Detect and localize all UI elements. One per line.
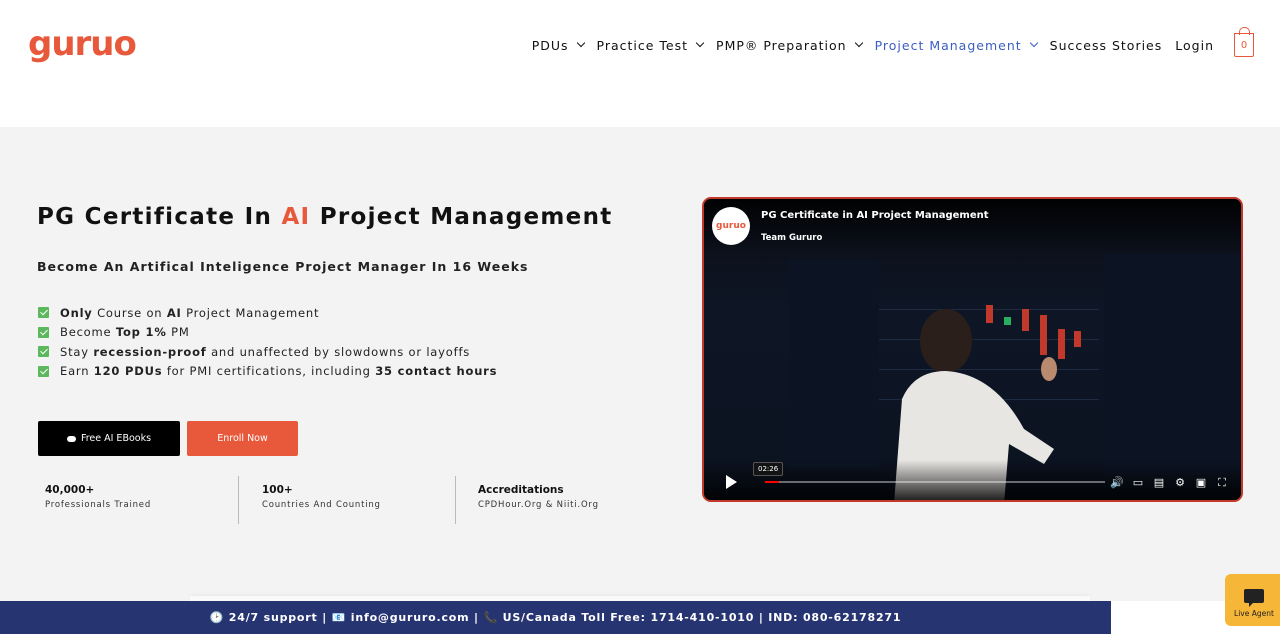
page-subtitle: Become An Artifical Inteligence Project … xyxy=(37,259,529,274)
feature-list: Only Course on AI Project Management Beco… xyxy=(38,303,497,381)
nav-item-practice-test[interactable]: Practice Test xyxy=(597,38,705,53)
free-ebooks-button[interactable]: Free AI EBooks xyxy=(38,421,180,456)
stat-accreditations: Accreditations CPDHour.Org & Niiti.Org xyxy=(478,484,599,510)
volume-icon[interactable]: 🔊 xyxy=(1110,476,1124,490)
video-progress-fill xyxy=(765,481,779,483)
play-icon[interactable] xyxy=(726,475,737,489)
video-progress-bar[interactable] xyxy=(765,481,1105,483)
feature-item: Become Top 1% PM xyxy=(38,323,497,343)
logo[interactable]: guruo xyxy=(28,20,137,68)
captions-icon[interactable]: ▭ xyxy=(1131,476,1145,490)
cart-count: 0 xyxy=(1240,39,1248,51)
checkbox-icon xyxy=(38,346,49,358)
video-player[interactable]: guruo PG Certificate in AI Project Manag… xyxy=(702,197,1243,502)
feature-item: Earn 120 PDUs for PMI certifications, in… xyxy=(38,362,497,382)
checkbox-icon xyxy=(38,326,49,338)
fullscreen-icon[interactable]: ⛶ xyxy=(1215,476,1229,490)
video-time: 02:26 xyxy=(753,462,784,476)
page-title: PG Certificate In AI Project Management xyxy=(37,204,613,230)
channel-avatar[interactable]: guruo xyxy=(712,207,750,245)
site-header: guruo PDUs Practice Test PMP® Preparation P… xyxy=(0,0,1280,127)
feature-item: Only Course on AI Project Management xyxy=(38,303,497,323)
chevron-down-icon xyxy=(576,38,585,48)
miniplayer-icon[interactable]: ▣ xyxy=(1194,476,1208,490)
main-nav: PDUs Practice Test PMP® Preparation Project… xyxy=(519,36,1214,54)
nav-item-success-stories[interactable]: Success Stories xyxy=(1050,38,1163,53)
nav-item-pdus[interactable]: PDUs xyxy=(532,38,585,53)
title-ai-highlight: AI xyxy=(281,204,311,230)
cloud-download-icon xyxy=(66,435,76,442)
logo-text: guruo xyxy=(28,24,137,64)
chat-icon xyxy=(1244,589,1264,607)
transcript-icon[interactable]: ▤ xyxy=(1152,476,1166,490)
contact-text: 🕑 24/7 support | 📧 info@gururo.com | 📞 U… xyxy=(209,611,902,624)
enroll-now-button[interactable]: Enroll Now xyxy=(187,421,298,456)
stat-professionals: 40,000+ Professionals Trained xyxy=(45,484,152,510)
cart-icon[interactable]: 0 xyxy=(1234,27,1254,57)
contact-bar: 🕑 24/7 support | 📧 info@gururo.com | 📞 U… xyxy=(0,601,1111,634)
checkbox-icon xyxy=(38,307,49,319)
checkbox-icon xyxy=(38,365,49,377)
chevron-down-icon xyxy=(1029,38,1038,48)
chevron-down-icon xyxy=(695,38,705,48)
stat-countries: 100+ Countries And Counting xyxy=(262,484,381,510)
settings-icon[interactable]: ⚙ xyxy=(1173,476,1187,490)
video-channel[interactable]: Team Gururo xyxy=(761,233,822,243)
stat-divider xyxy=(238,476,239,524)
live-agent-button[interactable]: Live Agent xyxy=(1225,574,1280,626)
stat-divider xyxy=(455,476,456,524)
nav-item-project-management[interactable]: Project Management xyxy=(875,38,1038,53)
video-title[interactable]: PG Certificate in AI Project Management xyxy=(761,210,989,221)
nav-item-pmp-preparation[interactable]: PMP® Preparation xyxy=(716,38,863,53)
feature-item: Stay recession-proof and unaffected by s… xyxy=(38,342,497,362)
nav-item-login[interactable]: Login xyxy=(1175,38,1214,53)
chevron-down-icon xyxy=(854,38,863,48)
